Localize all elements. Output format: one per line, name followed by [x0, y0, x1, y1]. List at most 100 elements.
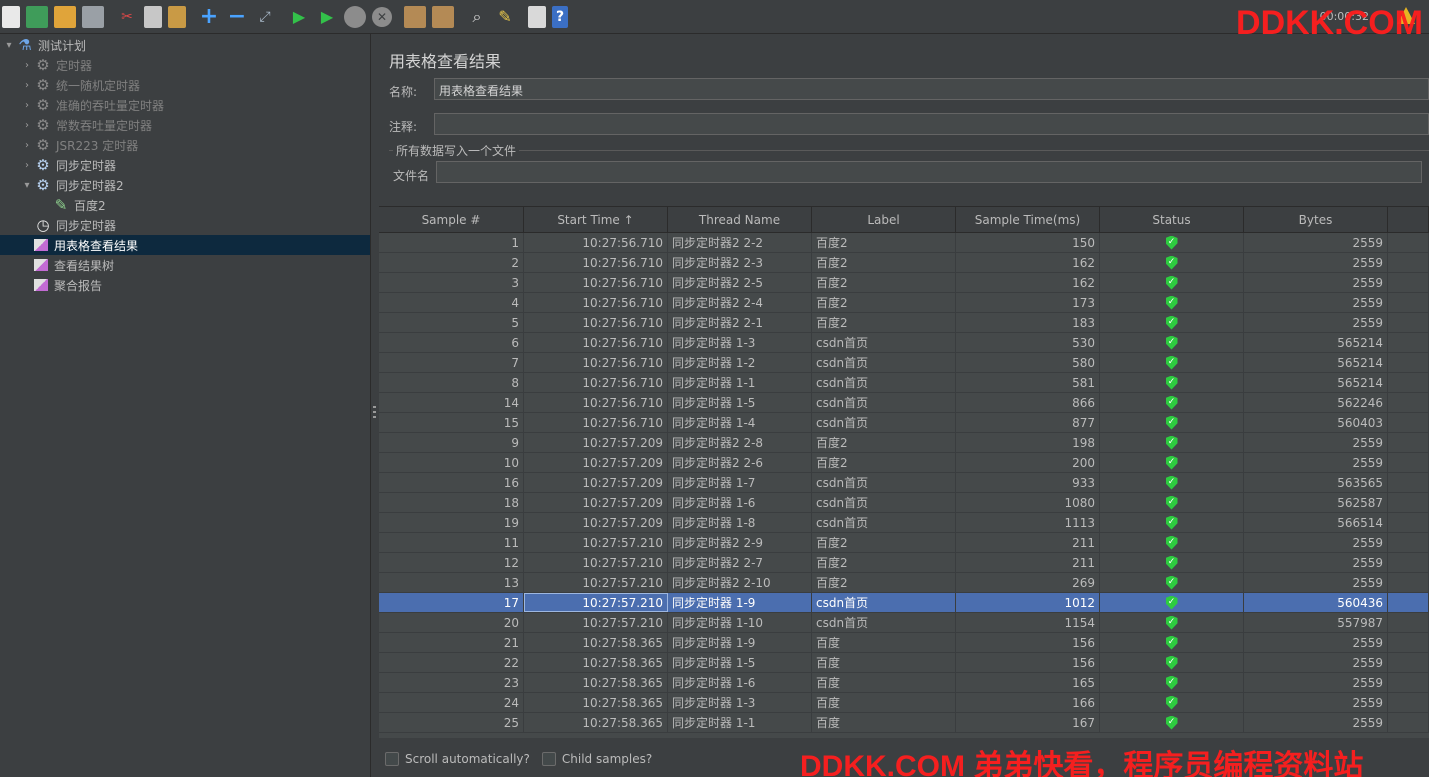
table-row[interactable]: 14 10:27:56.710 同步定时器 1-5 csdn首页 866 ✓ 562246 [379, 393, 1429, 413]
column-header[interactable]: Thread Name [668, 206, 812, 233]
child-samples-checkbox[interactable] [541, 752, 556, 766]
chevron-icon[interactable]: › [20, 120, 34, 131]
tree-item[interactable]: 查看结果树 [0, 255, 370, 275]
sample-number-cell: 24 [379, 693, 524, 712]
table-row[interactable]: 2 10:27:56.710 同步定时器2 2-3 百度2 162 ✓ 2559 [379, 253, 1429, 273]
tree-item-label: 聚合报告 [54, 278, 103, 293]
tree-item-label: 常数吞吐量定时器 [56, 118, 153, 133]
table-row[interactable]: 20 10:27:57.210 同步定时器 1-10 csdn首页 1154 ✓ 55798… [379, 613, 1429, 633]
table-row[interactable]: 7 10:27:56.710 同步定时器 1-2 csdn首页 580 ✓ 565214 [379, 353, 1429, 373]
column-header[interactable]: Sample Time(ms) [956, 206, 1100, 233]
status-cell: ✓ [1100, 573, 1244, 592]
filler-cell [1388, 373, 1429, 392]
table-row[interactable]: 3 10:27:56.710 同步定时器2 2-5 百度2 162 ✓ 2559 [379, 273, 1429, 293]
table-row[interactable]: 8 10:27:56.710 同步定时器 1-1 csdn首页 581 ✓ 565214 [379, 373, 1429, 393]
chevron-icon[interactable]: › [20, 60, 34, 71]
table-row[interactable]: 19 10:27:57.209 同步定时器 1-8 csdn首页 1113 ✓ 566514 [379, 513, 1429, 533]
table-row[interactable]: 12 10:27:57.210 同步定时器2 2-7 百度2 211 ✓ 2559 [379, 553, 1429, 573]
column-header[interactable]: Start Time ↑ [524, 206, 668, 233]
table-row[interactable]: 23 10:27:58.365 同步定时器 1-6 百度 165 ✓ 2559 [379, 673, 1429, 693]
start-time-cell: 10:27:57.210 [524, 573, 668, 592]
listener-icon [34, 239, 48, 251]
bytes-cell: 2559 [1244, 433, 1388, 452]
tree-item[interactable]: ▾ ⚗ 测试计划 [0, 35, 370, 55]
stop-icon[interactable] [344, 5, 366, 28]
table-row[interactable]: 4 10:27:56.710 同步定时器2 2-4 百度2 173 ✓ 2559 [379, 293, 1429, 313]
templates-icon[interactable] [26, 5, 48, 28]
shutdown-icon[interactable]: ✕ [372, 6, 392, 27]
table-row[interactable]: 11 10:27:57.210 同步定时器2 2-9 百度2 211 ✓ 2559 [379, 533, 1429, 553]
tree-item[interactable]: 用表格查看结果 [0, 235, 370, 255]
table-row[interactable]: 21 10:27:58.365 同步定时器 1-9 百度 156 ✓ 2559 [379, 633, 1429, 653]
chevron-icon[interactable]: ▾ [20, 180, 34, 191]
save-icon[interactable] [82, 5, 104, 28]
start-icon[interactable]: ▶ [288, 6, 310, 28]
warning-icon[interactable] [1397, 7, 1415, 24]
open-icon[interactable] [54, 5, 76, 28]
column-header[interactable]: Status [1100, 206, 1244, 233]
status-cell: ✓ [1100, 593, 1244, 612]
tree-item[interactable]: › ⚙ 准确的吞吐量定时器 [0, 95, 370, 115]
table-row[interactable]: 15 10:27:56.710 同步定时器 1-4 csdn首页 877 ✓ 560403 [379, 413, 1429, 433]
column-header[interactable]: Sample # [379, 206, 524, 233]
function-helper-icon[interactable] [528, 5, 546, 28]
table-row[interactable]: 10 10:27:57.209 同步定时器2 2-6 百度2 200 ✓ 2559 [379, 453, 1429, 473]
chevron-icon[interactable]: › [20, 160, 34, 171]
table-row[interactable]: 6 10:27:56.710 同步定时器 1-3 csdn首页 530 ✓ 565214 [379, 333, 1429, 353]
tree-item[interactable]: › ⚙ JSR223 定时器 [0, 135, 370, 155]
start-time-cell: 10:27:57.209 [524, 453, 668, 472]
copy-icon[interactable] [144, 5, 162, 28]
filler-cell [1388, 293, 1429, 312]
comment-field[interactable] [434, 113, 1429, 135]
table-row[interactable]: 17 10:27:57.210 同步定时器 1-9 csdn首页 1012 ✓ 560436 [379, 593, 1429, 613]
search-icon[interactable]: ⌕ [466, 6, 488, 28]
splitter-grip[interactable] [373, 406, 376, 420]
tree-item[interactable]: ◷ 同步定时器 [0, 215, 370, 235]
chevron-icon[interactable]: › [20, 100, 34, 111]
tree-item[interactable]: 聚合报告 [0, 275, 370, 295]
tree-item[interactable]: ▾ ⚙ 同步定时器2 [0, 175, 370, 195]
start-no-pause-icon[interactable]: ▶ [316, 6, 338, 28]
table-row[interactable]: 22 10:27:58.365 同步定时器 1-5 百度 156 ✓ 2559 [379, 653, 1429, 673]
tree-item[interactable]: › ⚙ 同步定时器 [0, 155, 370, 175]
table-row[interactable]: 25 10:27:58.365 同步定时器 1-1 百度 167 ✓ 2559 [379, 713, 1429, 733]
thread-name-cell: 同步定时器2 2-4 [668, 293, 812, 312]
help-icon[interactable]: ? [552, 5, 568, 28]
expand-icon[interactable]: ⤢ [254, 6, 276, 28]
thread-name-cell: 同步定时器 1-6 [668, 493, 812, 512]
success-shield-icon: ✓ [1165, 455, 1178, 470]
status-cell: ✓ [1100, 473, 1244, 492]
clear-all-icon[interactable] [432, 5, 454, 28]
table-row[interactable]: 13 10:27:57.210 同步定时器2 2-10 百度2 269 ✓ 2559 [379, 573, 1429, 593]
table-row[interactable]: 24 10:27:58.365 同步定时器 1-3 百度 166 ✓ 2559 [379, 693, 1429, 713]
tree-item[interactable]: › ⚙ 统一随机定时器 [0, 75, 370, 95]
chevron-icon[interactable]: › [20, 80, 34, 91]
column-header[interactable]: Bytes [1244, 206, 1388, 233]
table-row[interactable]: 9 10:27:57.209 同步定时器2 2-8 百度2 198 ✓ 2559 [379, 433, 1429, 453]
column-header[interactable] [1388, 206, 1429, 233]
paste-icon[interactable] [168, 5, 186, 28]
clear-icon[interactable] [404, 5, 426, 28]
name-field[interactable]: 用表格查看结果 [434, 78, 1429, 100]
column-header[interactable]: Label [812, 206, 956, 233]
table-row[interactable]: 5 10:27:56.710 同步定时器2 2-1 百度2 183 ✓ 2559 [379, 313, 1429, 333]
tree-item[interactable]: › ⚙ 定时器 [0, 55, 370, 75]
cut-icon[interactable]: ✂ [116, 6, 138, 28]
table-row[interactable]: 18 10:27:57.209 同步定时器 1-6 csdn首页 1080 ✓ 562587 [379, 493, 1429, 513]
remove-icon[interactable]: − [226, 5, 248, 28]
bytes-cell: 2559 [1244, 633, 1388, 652]
start-time-cell: 10:27:56.710 [524, 353, 668, 372]
table-row[interactable]: 1 10:27:56.710 同步定时器2 2-2 百度2 150 ✓ 2559 [379, 233, 1429, 253]
tree-item[interactable]: ✎ 百度2 [0, 195, 370, 215]
add-icon[interactable]: + [198, 5, 220, 28]
table-row[interactable]: 16 10:27:57.209 同步定时器 1-7 csdn首页 933 ✓ 563565 [379, 473, 1429, 493]
tree-item[interactable]: › ⚙ 常数吞吐量定时器 [0, 115, 370, 135]
new-icon[interactable] [2, 5, 20, 28]
filename-field[interactable] [436, 161, 1422, 183]
scroll-automatically-checkbox[interactable] [385, 752, 399, 766]
chevron-icon[interactable]: ▾ [2, 40, 16, 51]
reset-search-icon[interactable]: ✎ [494, 6, 516, 28]
sample-number-cell: 16 [379, 473, 524, 492]
sample-number-cell: 13 [379, 573, 524, 592]
chevron-icon[interactable]: › [20, 140, 34, 151]
